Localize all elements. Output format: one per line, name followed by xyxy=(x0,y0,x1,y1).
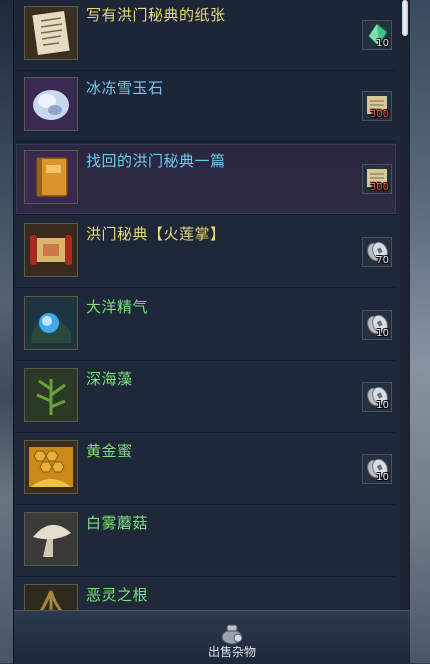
list-item[interactable]: 冰冻雪玉石 300 xyxy=(16,71,396,142)
sell-junk-label: 出售杂物 xyxy=(207,645,256,659)
scroll-currency-icon: 300 xyxy=(362,91,392,121)
list-item-selected[interactable]: 找回的洪门秘典一篇 300 xyxy=(16,144,396,215)
item-price: 10 xyxy=(376,472,389,483)
honey-icon xyxy=(24,440,78,494)
coin-icon: 10 xyxy=(362,454,392,484)
sell-junk-button[interactable]: 出售杂物 xyxy=(192,621,272,663)
list-item[interactable]: 恶灵之根 xyxy=(16,578,396,610)
item-name: 恶灵之根 xyxy=(86,586,149,604)
coin-icon: 10 xyxy=(362,310,392,340)
paper-scroll-icon xyxy=(24,6,78,60)
scrollbar-thumb[interactable] xyxy=(402,0,408,36)
item-price: 10 xyxy=(376,400,389,411)
item-name: 洪门秘典【火莲掌】 xyxy=(86,225,226,243)
item-price: 70 xyxy=(376,255,389,266)
item-name: 找回的洪门秘典一篇 xyxy=(86,152,226,170)
list-item[interactable]: 黄金蜜 10 xyxy=(16,434,396,505)
item-name: 大洋精气 xyxy=(86,298,149,316)
scrollbar[interactable] xyxy=(400,0,410,610)
list-item[interactable]: 大洋精气 10 xyxy=(16,290,396,361)
item-price: 10 xyxy=(376,38,389,49)
item-price: 300 xyxy=(369,182,389,193)
ice-jade-icon xyxy=(24,77,78,131)
coin-icon: 70 xyxy=(362,237,392,267)
item-name: 深海藻 xyxy=(86,370,133,388)
item-name: 白雾蘑菇 xyxy=(86,514,149,532)
list-item[interactable]: 洪门秘典【火莲掌】 70 xyxy=(16,217,396,288)
mushroom-icon xyxy=(24,512,78,566)
coin-icon: 10 xyxy=(362,382,392,412)
scroll-red-icon xyxy=(24,223,78,277)
item-price: 300 xyxy=(369,109,389,120)
ocean-essence-icon xyxy=(24,296,78,350)
list-item[interactable]: 写有洪门秘典的纸张 10 xyxy=(16,0,396,71)
item-name: 写有洪门秘典的纸张 xyxy=(86,6,226,24)
book-icon xyxy=(24,150,78,204)
bottom-toolbar: 出售杂物 xyxy=(14,610,410,664)
item-price: 10 xyxy=(376,328,389,339)
item-name: 黄金蜜 xyxy=(86,442,133,460)
root-icon xyxy=(24,584,78,610)
list-item[interactable]: 白雾蘑菇 xyxy=(16,506,396,577)
scroll-currency-icon: 300 xyxy=(362,164,392,194)
money-bag-icon xyxy=(221,624,243,645)
list-item[interactable]: 深海藻 10 xyxy=(16,362,396,433)
item-name: 冰冻雪玉石 xyxy=(86,79,164,97)
seaweed-icon xyxy=(24,368,78,422)
jade-icon: 10 xyxy=(362,20,392,50)
